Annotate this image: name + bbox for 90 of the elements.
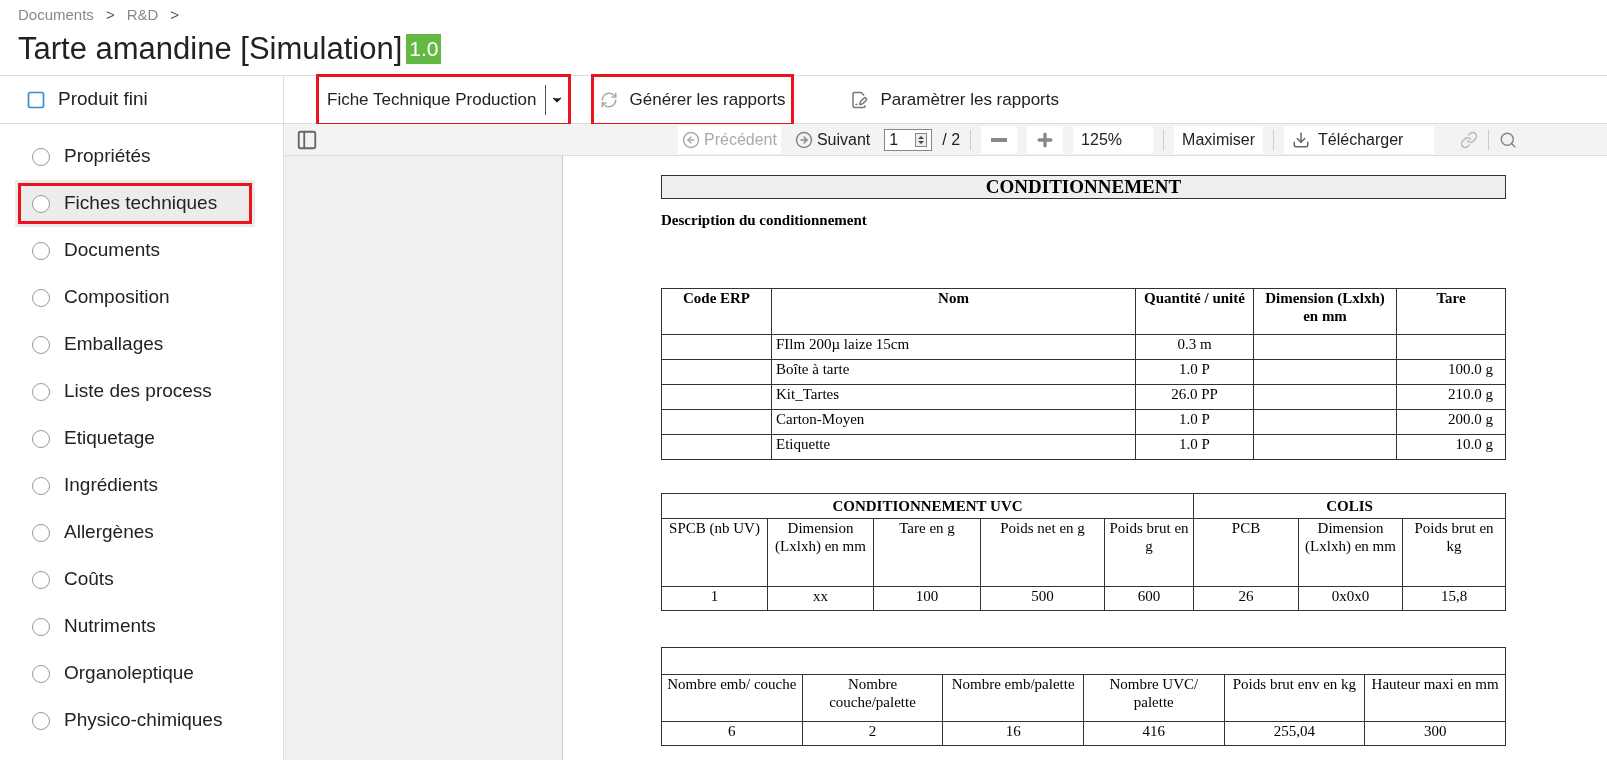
download-button[interactable]: Télécharger — [1284, 125, 1434, 154]
table-cell: 1.0 P — [1135, 434, 1254, 459]
page-count: / 2 — [942, 129, 961, 150]
table-cell: 1 — [661, 586, 768, 610]
version-badge: 1.0 — [406, 34, 442, 64]
page-title: Tarte amandine [Simulation] — [18, 30, 403, 68]
table-header-cell: Nom — [771, 288, 1136, 334]
sidebar-item[interactable]: Emballages — [0, 321, 283, 368]
table-cell: 15,8 — [1402, 586, 1506, 610]
table-cell: 255,04 — [1224, 721, 1365, 745]
breadcrumb-link[interactable]: Documents — [18, 3, 94, 27]
table-cell: Dimension (Lxlxh) en mm — [1298, 518, 1403, 586]
table-cell: 210.0 g — [1396, 384, 1506, 409]
table-cell: 6 — [661, 721, 803, 745]
sidebar-title: Produit fini — [58, 87, 148, 112]
zoom-out-button[interactable] — [981, 125, 1018, 154]
table-cell: Kit_Tartes — [771, 384, 1136, 409]
breadcrumb-separator: > — [105, 4, 115, 25]
table-cell: PCB — [1193, 518, 1299, 586]
sidebar-item[interactable]: Documents — [0, 227, 283, 274]
download-icon — [1292, 130, 1310, 149]
table-cell: 600 — [1104, 586, 1194, 610]
table-cell: SPCB (nb UV) — [661, 518, 768, 586]
report-settings-button[interactable]: Paramètrer les rapports — [844, 73, 1065, 126]
refresh-icon — [599, 90, 618, 109]
table-cell: 100 — [873, 586, 981, 610]
breadcrumb-separator: > — [170, 4, 180, 25]
sidebar-item[interactable]: Propriétés — [0, 133, 283, 180]
table-cell: 2 — [802, 721, 943, 745]
table-header-cell: CONDITIONNEMENT UVC — [661, 493, 1194, 518]
table-cell: 0x0x0 — [1298, 586, 1403, 610]
maximize-button[interactable]: Maximiser — [1174, 125, 1263, 154]
panel-icon — [26, 89, 46, 110]
sidebar-item[interactable]: Etiquetage — [0, 415, 283, 462]
table-cell: Nombre UVC/ palette — [1083, 674, 1225, 721]
table-cell: 10.0 g — [1396, 434, 1506, 459]
table-cell: 1.0 P — [1135, 409, 1254, 434]
table-cell: Dimension (Lxlxh) en mm — [767, 518, 874, 586]
page-number-field[interactable]: 1 — [884, 128, 933, 151]
table-cell: Boîte à tarte — [771, 359, 1136, 384]
table-cell: Poids net en g — [980, 518, 1105, 586]
section-subheading: Description du conditionnement — [661, 211, 868, 230]
table-cell: Nombre emb/palette — [942, 674, 1084, 721]
table-cell: 300 — [1364, 721, 1506, 745]
sidebar-item[interactable]: Nutriments — [0, 603, 283, 650]
table-cell: 200.0 g — [1396, 409, 1506, 434]
sidebar-item[interactable]: Liste des process — [0, 368, 283, 415]
table-header-cell: COLIS — [1193, 493, 1506, 518]
zoom-level-field[interactable]: 125% — [1073, 125, 1154, 154]
table-cell: 26.0 PP — [1135, 384, 1254, 409]
table-cell: 26 — [1193, 586, 1299, 610]
zoom-in-button[interactable] — [1027, 125, 1064, 154]
table-cell: Poids brut env en kg — [1224, 674, 1365, 721]
table-cell: Tare en g — [873, 518, 981, 586]
table-cell: 500 — [980, 586, 1105, 610]
search-icon[interactable] — [1499, 130, 1517, 149]
sidebar-item[interactable]: Composition — [0, 274, 283, 321]
table-cell: Poids brut en g — [1104, 518, 1194, 586]
sidebar-item[interactable]: Fiches techniques — [15, 180, 255, 227]
table-cell: 16 — [942, 721, 1084, 745]
table-cell: 416 — [1083, 721, 1225, 745]
sidebar-toggle-icon[interactable] — [296, 128, 318, 151]
sidebar-item[interactable]: Coûts — [0, 556, 283, 603]
breadcrumb-link[interactable]: R&D — [126, 3, 159, 27]
table-header-cell: Dimension (Lxlxh) en mm — [1253, 288, 1397, 334]
table-cell: 100.0 g — [1396, 359, 1506, 384]
table-header-cell: Code ERP — [661, 288, 772, 334]
table-header-cell: Quantité / unité — [1135, 288, 1254, 334]
table-header-cell: Tare — [1396, 288, 1506, 334]
table-cell: 1.0 P — [1135, 359, 1254, 384]
table-cell: Hauteur maxi en mm — [1364, 674, 1506, 721]
table-cell: Carton-Moyen — [771, 409, 1136, 434]
table-cell: xx — [767, 586, 874, 610]
next-button[interactable]: Suivant — [790, 125, 875, 154]
edit-document-icon — [850, 90, 869, 109]
table-cell: Nombre couche/palette — [802, 674, 943, 721]
sidebar-item[interactable]: Organoleptique — [0, 650, 283, 697]
sidebar-item[interactable]: Physico-chimiques — [0, 697, 283, 744]
sidebar-item[interactable]: Ingrédients — [0, 462, 283, 509]
spinner-icon[interactable] — [915, 132, 928, 147]
sidebar-item[interactable]: Allergènes — [0, 509, 283, 556]
table-cell: Poids brut en kg — [1402, 518, 1506, 586]
table-cell: FIlm 200µ laize 15cm — [771, 334, 1136, 359]
table-cell: 0.3 m — [1135, 334, 1254, 359]
minus-icon — [991, 137, 1008, 142]
arrow-right-icon — [794, 130, 813, 149]
section-heading: CONDITIONNEMENT — [661, 175, 1506, 199]
arrow-left-icon — [682, 130, 700, 149]
table-cell: Nombre emb/ couche — [661, 674, 803, 721]
table-cell: Etiquette — [771, 434, 1136, 459]
